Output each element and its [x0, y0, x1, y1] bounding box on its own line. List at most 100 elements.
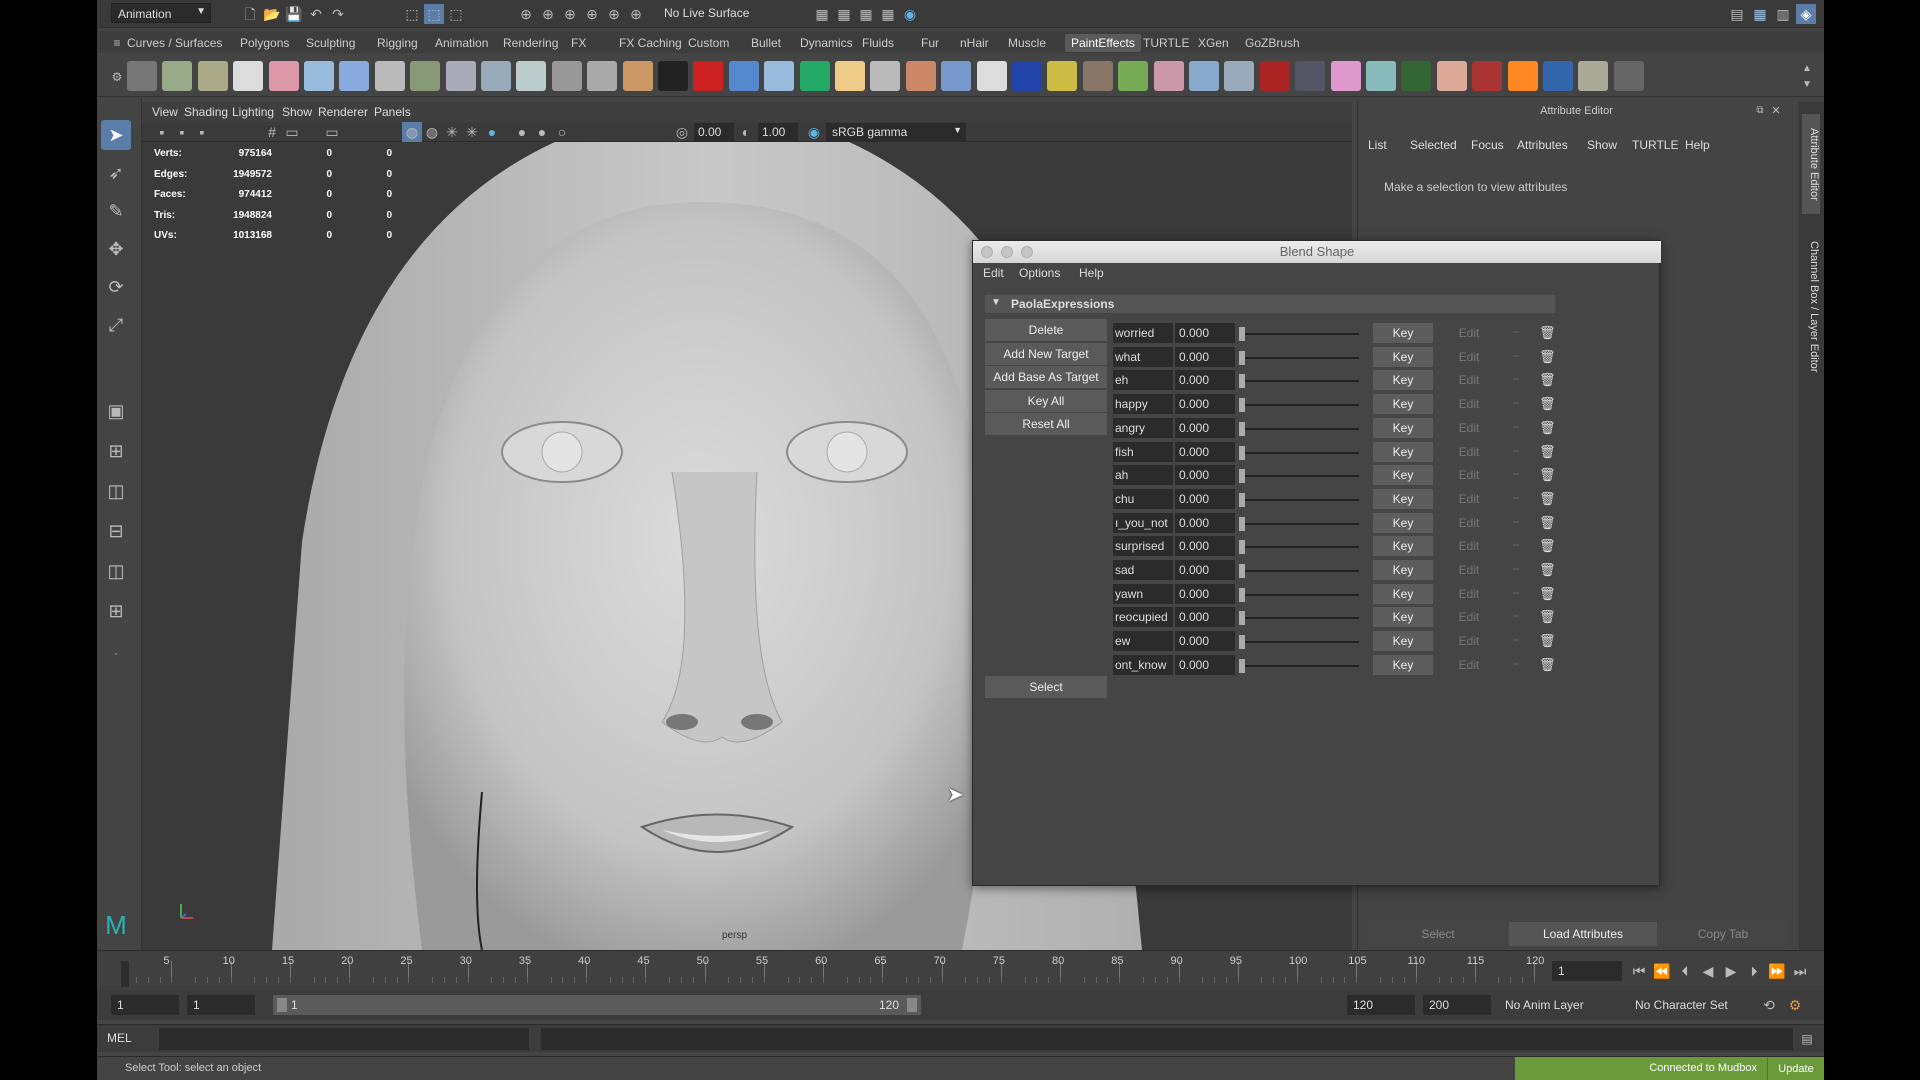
trash-icon[interactable]: 🗑 [1539, 372, 1556, 388]
trash-icon[interactable]: 🗑 [1539, 657, 1556, 673]
trash-icon[interactable]: 🗑 [1539, 444, 1556, 460]
weight-slider-track[interactable] [1239, 546, 1359, 549]
paint-brush-preset-icon[interactable] [799, 61, 830, 91]
trash-icon[interactable]: 🗑 [1539, 586, 1556, 602]
textured-icon[interactable]: ◍ [422, 122, 442, 142]
target-weight-field[interactable]: 0.000 [1175, 346, 1235, 367]
target-weight-field[interactable]: 0.000 [1175, 465, 1235, 486]
select-component-icon[interactable]: ⬚ [446, 4, 466, 24]
target-name-field[interactable]: what [1113, 346, 1173, 367]
target-weight-field[interactable]: 0.000 [1175, 560, 1235, 580]
color-space-dropdown[interactable]: sRGB gamma ▼ [826, 123, 966, 141]
menu-set-dropdown[interactable]: Animation ▼ [111, 3, 211, 23]
trash-icon[interactable]: 🗑 [1539, 467, 1556, 483]
current-frame-field[interactable]: 1 [1552, 961, 1622, 981]
target-name-field[interactable]: reocupied [1113, 607, 1173, 628]
blend-menu-edit[interactable]: Edit [983, 266, 1004, 280]
target-name-field[interactable]: ont_know [1113, 654, 1173, 675]
paint-brush-preset-icon[interactable] [1507, 61, 1538, 91]
key-button[interactable]: Key [1373, 346, 1433, 367]
lasso-tool-icon[interactable]: ➶ [101, 158, 131, 188]
key-button[interactable]: Key [1373, 441, 1433, 462]
tab-custom[interactable]: Custom [682, 34, 735, 52]
paint-brush-preset-icon[interactable] [1118, 61, 1149, 91]
paint-brush-preset-icon[interactable] [1472, 61, 1503, 91]
preferences-icon[interactable]: ⚙ [1785, 995, 1805, 1015]
target-name-field[interactable]: yawn [1113, 583, 1173, 604]
tab-dynamics[interactable]: Dynamics [794, 34, 859, 52]
key-button[interactable]: Key [1373, 583, 1433, 604]
ae-menu-selected[interactable]: Selected [1410, 138, 1457, 152]
tab-fluids[interactable]: Fluids [856, 34, 900, 52]
shadows-icon[interactable]: ✳ [462, 122, 482, 142]
weight-slider-handle[interactable] [1239, 658, 1245, 673]
tab-turtle[interactable]: TURTLE [1137, 34, 1195, 52]
character-set-dropdown[interactable]: No Character Set [1629, 995, 1749, 1015]
target-weight-field[interactable]: 0.000 [1175, 583, 1235, 604]
weight-slider-track[interactable] [1239, 451, 1359, 454]
select-hierarchy-icon[interactable]: ⬚ [402, 4, 422, 24]
paint-brush-preset-icon[interactable] [304, 61, 334, 91]
target-weight-field[interactable]: 0.000 [1175, 323, 1235, 343]
paint-brush-preset-icon[interactable] [764, 61, 795, 91]
weight-slider-handle[interactable] [1239, 587, 1245, 602]
trash-icon[interactable]: 🗑 [1539, 396, 1556, 412]
edit-button[interactable]: Edit [1439, 442, 1499, 462]
snap-vertex-icon[interactable]: ⊕ [626, 4, 646, 24]
weight-slider-handle[interactable] [1239, 421, 1245, 436]
tab-fx[interactable]: FX [565, 34, 592, 52]
weight-slider-handle[interactable] [1239, 374, 1245, 389]
camera-select-icon[interactable]: ▪ [152, 122, 172, 142]
paint-brush-preset-icon[interactable] [1436, 61, 1467, 91]
xray-joints-icon[interactable]: ● [532, 122, 552, 142]
snap-grid-icon[interactable]: ⊕ [516, 4, 536, 24]
trash-icon[interactable]: 🗑 [1539, 562, 1556, 578]
viewport-menu-lighting[interactable]: Lighting [232, 105, 274, 119]
key-button[interactable]: Key [1373, 488, 1433, 509]
tab-rendering[interactable]: Rendering [497, 34, 564, 52]
target-weight-field[interactable]: 0.000 [1175, 441, 1235, 462]
key-button[interactable]: Key [1373, 465, 1433, 486]
close-icon[interactable]: ✕ [1766, 101, 1786, 121]
paint-brush-preset-icon[interactable] [516, 61, 547, 91]
exposure-field[interactable]: 0.00 [694, 123, 734, 141]
trash-icon[interactable]: 🗑 [1539, 609, 1556, 625]
viewport-menu-renderer[interactable]: Renderer [318, 105, 368, 119]
lights-icon[interactable]: ✳ [442, 122, 462, 142]
weight-slider-handle[interactable] [1239, 516, 1245, 531]
weight-slider-handle[interactable] [1239, 492, 1245, 507]
edit-button[interactable]: Edit [1439, 607, 1499, 627]
target-weight-field[interactable]: 0.000 [1175, 512, 1235, 533]
blend-shape-title-bar[interactable]: Blend Shape [973, 241, 1661, 263]
target-weight-field[interactable]: 0.000 [1175, 417, 1235, 438]
edit-button[interactable]: Edit [1439, 370, 1499, 390]
ae-select-button[interactable]: Select [1368, 922, 1508, 946]
paint-brush-preset-icon[interactable] [197, 61, 228, 91]
paint-brush-preset-icon[interactable] [1543, 61, 1573, 91]
trash-icon[interactable]: 🗑 [1539, 633, 1556, 649]
panel-layout-icon[interactable]: ▦ [1750, 4, 1770, 24]
tab-muscle[interactable]: Muscle [1002, 34, 1052, 52]
weight-slider-handle[interactable] [1239, 564, 1245, 578]
target-name-field[interactable]: surprised [1113, 536, 1173, 557]
go-to-end-icon[interactable]: ⏭ [1790, 961, 1810, 981]
viewport-menu-show[interactable]: Show [282, 105, 312, 119]
xray-icon[interactable]: ● [512, 122, 532, 142]
tab-attribute-editor[interactable]: Attribute Editor [1802, 114, 1820, 214]
time-slider[interactable]: 5 10 15 20 25 30 35 40 45 50 55 60 65 70 75 80 85 90 95 100… [97, 950, 1824, 990]
paint-brush-preset-icon[interactable] [339, 61, 370, 91]
tab-rigging[interactable]: Rigging [371, 34, 424, 52]
target-weight-field[interactable]: 0.000 [1175, 536, 1235, 557]
target-weight-field[interactable]: 0.000 [1175, 488, 1235, 509]
edit-button[interactable]: Edit [1439, 347, 1499, 367]
attribute-editor-toggle-icon[interactable]: ◈ [1796, 4, 1816, 24]
target-weight-field[interactable]: 0.000 [1175, 654, 1235, 675]
weight-slider-track[interactable] [1239, 664, 1359, 667]
target-name-field[interactable]: ew [1113, 631, 1173, 652]
trash-icon[interactable]: 🗑 [1539, 491, 1556, 507]
paint-brush-preset-icon[interactable] [1330, 61, 1361, 91]
anim-start-field[interactable]: 1 [187, 995, 255, 1015]
tab-channel-box[interactable]: Channel Box / Layer Editor [1802, 222, 1820, 392]
target-weight-field[interactable]: 0.000 [1175, 631, 1235, 652]
trash-icon[interactable]: 🗑 [1539, 538, 1556, 554]
